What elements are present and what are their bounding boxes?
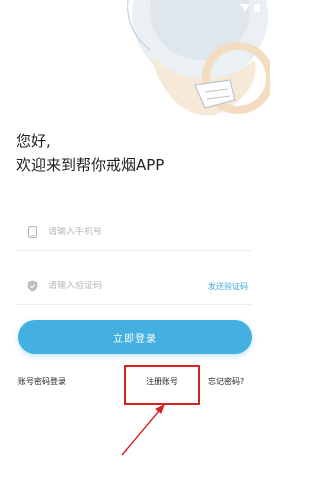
phone-icon: [26, 226, 38, 238]
wifi-icon: [240, 4, 250, 12]
battery-icon: [254, 4, 260, 12]
status-bar: [240, 4, 260, 12]
greeting-line-2: 欢迎来到帮你戒烟APP: [16, 156, 165, 174]
code-input[interactable]: [48, 281, 208, 291]
annotation-highlight-box: [124, 365, 200, 405]
code-field[interactable]: 发送验证码: [16, 268, 252, 305]
forgot-password-link[interactable]: 忘记密码?: [208, 376, 244, 387]
login-button[interactable]: 立即登录: [18, 320, 252, 354]
greeting: 您好, 欢迎来到帮你戒烟APP: [16, 129, 164, 177]
shield-icon: [26, 280, 38, 292]
phone-input[interactable]: [48, 227, 252, 237]
greeting-line-1: 您好,: [16, 132, 51, 150]
password-login-link[interactable]: 账号密码登录: [18, 376, 66, 387]
phone-field[interactable]: [16, 214, 252, 251]
header-illustration: [127, 0, 270, 116]
send-code-button[interactable]: 发送验证码: [208, 281, 248, 292]
